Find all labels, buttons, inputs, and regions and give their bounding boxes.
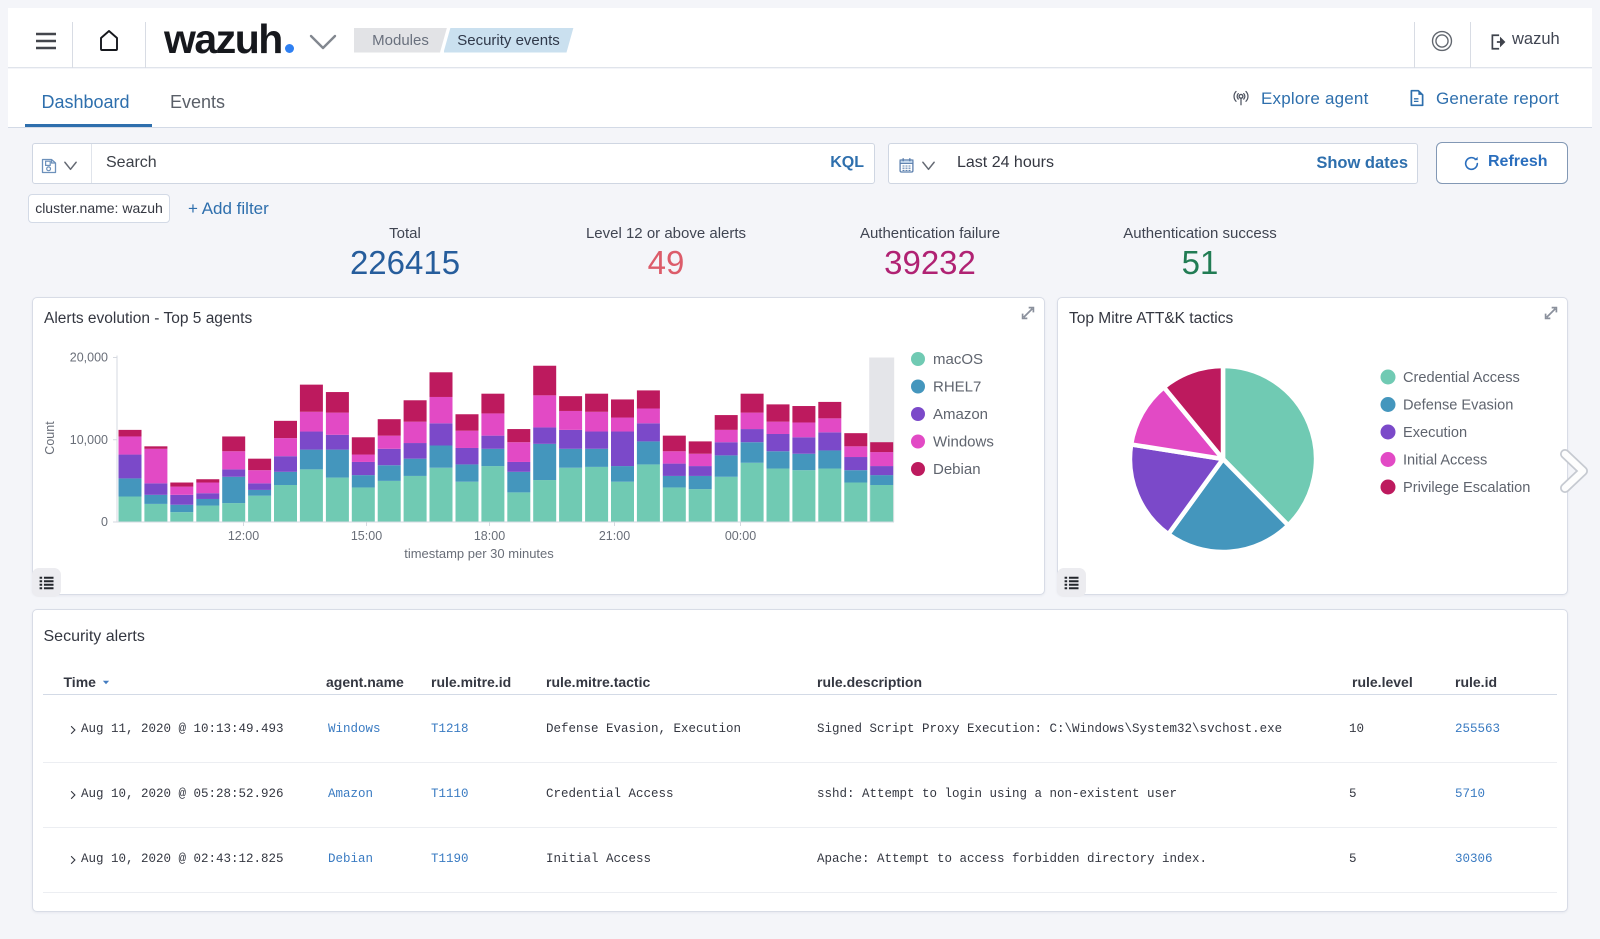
svg-text:20,000: 20,000 — [70, 351, 108, 365]
svg-text:00:00: 00:00 — [725, 529, 756, 543]
svg-text:15:00: 15:00 — [351, 529, 382, 543]
svg-text:Windows: Windows — [933, 434, 994, 451]
svg-text:Privilege Escalation: Privilege Escalation — [1403, 480, 1530, 496]
svg-text:macOS: macOS — [933, 351, 983, 368]
svg-text:Defense Evasion: Defense Evasion — [1403, 398, 1513, 414]
svg-text:Amazon: Amazon — [933, 406, 988, 423]
svg-text:12:00: 12:00 — [228, 529, 259, 543]
svg-text:18:00: 18:00 — [474, 529, 505, 543]
svg-text:RHEL7: RHEL7 — [933, 379, 981, 396]
svg-text:21:00: 21:00 — [599, 529, 630, 543]
svg-text:Initial Access: Initial Access — [1403, 453, 1487, 469]
svg-text:Execution: Execution — [1403, 425, 1467, 441]
svg-text:Count: Count — [43, 421, 57, 455]
svg-text:Debian: Debian — [933, 461, 981, 478]
svg-text:Credential Access: Credential Access — [1403, 370, 1520, 386]
svg-text:timestamp per 30 minutes: timestamp per 30 minutes — [404, 546, 554, 561]
svg-text:0: 0 — [101, 515, 108, 529]
svg-text:10,000: 10,000 — [70, 433, 108, 447]
